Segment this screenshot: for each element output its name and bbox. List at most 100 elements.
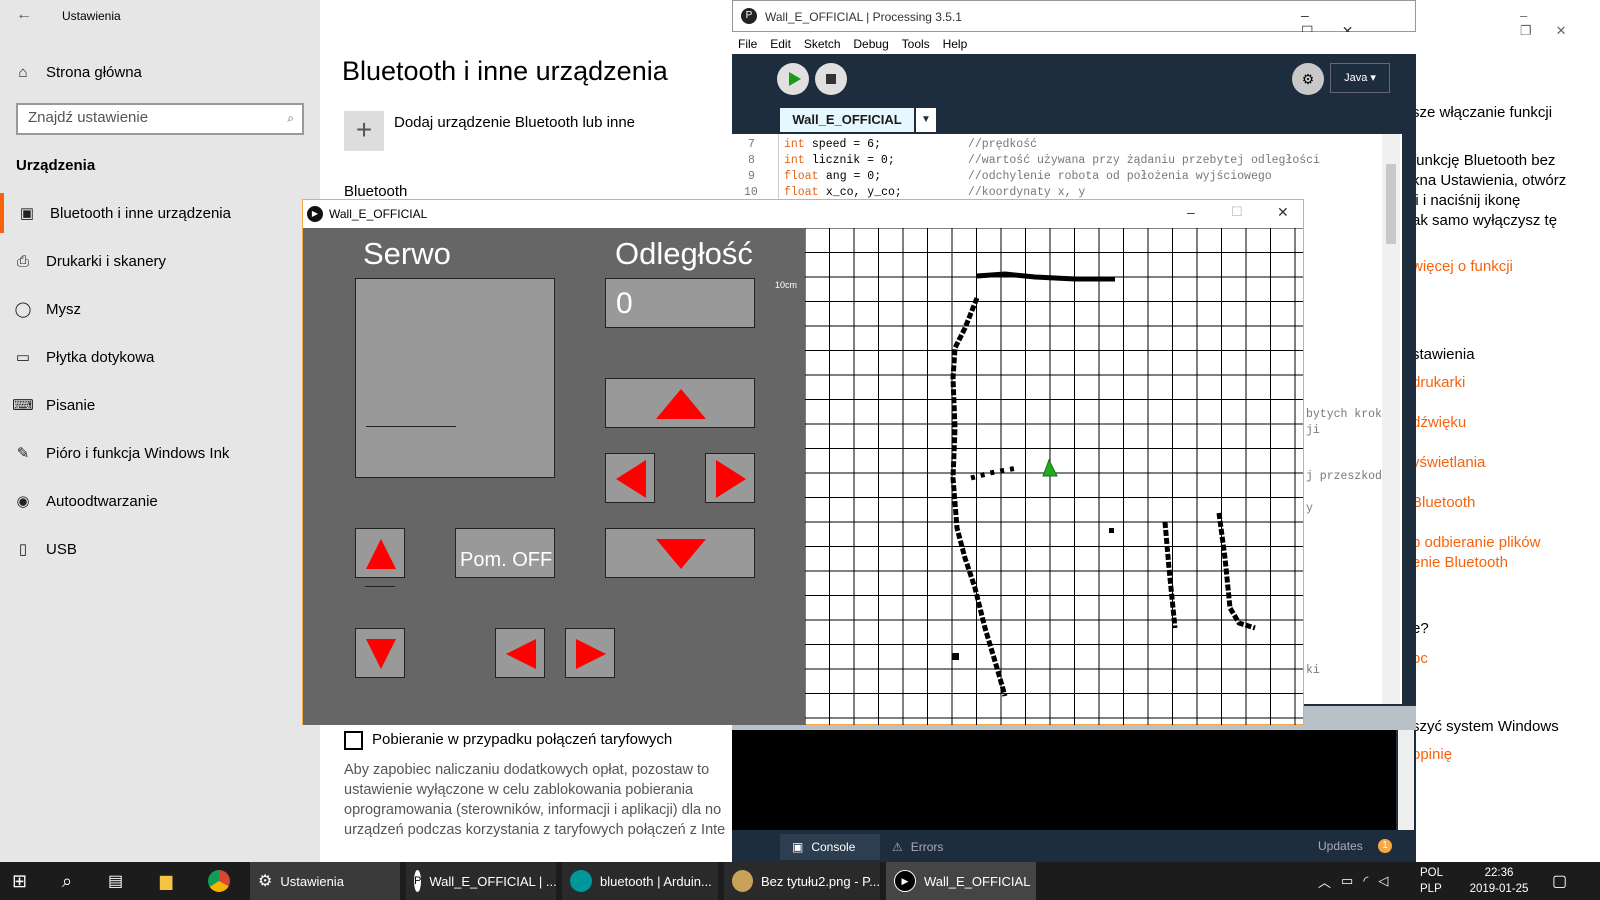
ide-title: Wall_E_OFFICIAL | Processing 3.5.1 [765, 10, 962, 24]
debugger-button[interactable]: ⚙ [1292, 63, 1324, 95]
page-title: Bluetooth i inne urządzenia [342, 56, 668, 86]
arduino-icon [570, 870, 592, 892]
nav-autoplay[interactable]: ◉ Autoodtwarzanie [0, 481, 320, 521]
clock[interactable]: 22:36 2019-01-25 [1464, 865, 1534, 897]
tab-sketch[interactable]: Wall_E_OFFICIAL [780, 108, 914, 132]
chrome-button[interactable] [208, 862, 238, 900]
related-text: ji i naciśnij ikonę [1412, 192, 1521, 209]
task-view-button[interactable]: ▤ [108, 862, 123, 900]
code-comment: //wartość używana przy żądaniu przebytej… [968, 154, 1320, 167]
search-button[interactable]: ⌕ [62, 862, 72, 900]
menu-tools[interactable]: Tools [902, 37, 930, 51]
menu-sketch[interactable]: Sketch [804, 37, 841, 51]
mouse-icon: ◯ [14, 301, 32, 318]
obstacle-point [952, 653, 959, 660]
servo-label: Serwo [363, 236, 451, 271]
arrow-right-icon [576, 639, 606, 669]
console-tab[interactable]: ▣ Console [780, 834, 880, 860]
start-button[interactable]: ⊞ [12, 862, 27, 900]
updates-label[interactable]: Updates [1318, 839, 1363, 853]
window-controls: –❐✕ [1520, 8, 1600, 39]
back-arrow-icon[interactable]: ← [16, 6, 32, 24]
battery-icon[interactable]: ▭ [1341, 873, 1363, 889]
sketch-canvas[interactable]: Serwo Odległość 0 Pom. OFF 10cm [303, 228, 1303, 725]
menu-edit[interactable]: Edit [770, 37, 791, 51]
file-explorer-button[interactable]: ▆ [160, 862, 172, 900]
servo-left-button[interactable] [495, 628, 545, 678]
taskbar-app-arduino[interactable]: bluetooth | Arduin... [562, 862, 718, 900]
turn-left-button[interactable] [605, 453, 655, 503]
stop-button[interactable] [815, 63, 847, 95]
desc-line: ustawienie wyłączone w celu zablokowania… [344, 782, 694, 798]
editor-scrollbar[interactable] [1382, 134, 1400, 704]
minimize-icon[interactable]: – [1520, 8, 1551, 23]
nav-printers[interactable]: ⎙ Drukarki i skanery [0, 241, 320, 281]
servo-display [355, 278, 555, 478]
servo-right-button[interactable] [565, 628, 615, 678]
volume-icon[interactable]: ◁ [1378, 873, 1398, 889]
search-input[interactable]: Znajdź ustawienie ⌕ [16, 103, 304, 135]
system-tray[interactable]: ︿ ▭ ◜ ◁ [1318, 862, 1398, 900]
related-link[interactable]: enie Bluetooth [1412, 554, 1508, 571]
tab-menu-button[interactable]: ▼ [916, 108, 936, 132]
add-device-label[interactable]: Dodaj urządzenie Bluetooth lub inne [394, 114, 635, 131]
close-icon[interactable]: ✕ [1277, 204, 1289, 221]
nav-pen[interactable]: ✎ Pióro i funkcja Windows Ink [0, 433, 320, 473]
nav-usb[interactable]: ▯ USB [0, 529, 320, 569]
nav-bluetooth[interactable]: ▣ Bluetooth i inne urządzenia [0, 193, 320, 233]
folder-icon: ▆ [160, 873, 173, 890]
close-icon[interactable]: ✕ [1556, 23, 1591, 38]
arrow-down-icon [366, 639, 396, 669]
related-link[interactable]: opinię [1412, 746, 1452, 763]
paint-icon [732, 870, 753, 892]
related-link[interactable]: yświetlania [1412, 454, 1485, 471]
run-button[interactable] [777, 63, 809, 95]
taskbar-app-sketch[interactable]: ▶ Wall_E_OFFICIAL [886, 862, 1036, 900]
servo-up-button[interactable] [355, 528, 405, 578]
turn-right-button[interactable] [705, 453, 755, 503]
related-link[interactable]: drukarki [1412, 374, 1465, 391]
errors-tab[interactable]: ⚠ Errors [892, 834, 982, 860]
notification-icon: ▢ [1552, 873, 1568, 890]
related-text: stawienia [1412, 346, 1475, 363]
taskbar-app-processing[interactable]: P Wall_E_OFFICIAL | ... [406, 862, 557, 900]
sketch-title: Wall_E_OFFICIAL [329, 207, 428, 221]
bluetooth-devices-icon: ▣ [19, 205, 35, 222]
language-code: POL [1420, 867, 1444, 879]
related-link[interactable]: dźwięku [1412, 414, 1466, 431]
backward-button[interactable] [605, 528, 755, 578]
taskbar-app-settings[interactable]: ⚙ Ustawienia [250, 862, 400, 900]
mode-select[interactable]: Java ▾ [1330, 63, 1390, 93]
scrollbar-thumb[interactable] [1386, 164, 1396, 244]
related-link[interactable]: b odbieranie plików [1412, 534, 1540, 551]
code-text: ang = 0; [819, 170, 882, 183]
chevron-up-icon[interactable]: ︿ [1318, 872, 1341, 891]
forward-button[interactable] [605, 378, 755, 428]
maximize-icon[interactable]: ☐ [1231, 204, 1243, 220]
related-link[interactable]: więcej o funkcji [1412, 258, 1513, 275]
related-link[interactable]: Bluetooth [1412, 494, 1475, 511]
servo-down-button[interactable] [355, 628, 405, 678]
add-device-button[interactable]: + [344, 111, 384, 151]
nav-touchpad[interactable]: ▭ Płytka dotykowa [0, 337, 320, 377]
bluetooth-label: Bluetooth [344, 183, 408, 200]
taskbar-app-paint[interactable]: Bez tytułu2.png - P... [724, 862, 880, 900]
ide-menubar: File Edit Sketch Debug Tools Help [732, 32, 1416, 54]
restore-icon[interactable]: ❐ [1520, 23, 1556, 38]
errors-tab-label: Errors [910, 840, 944, 854]
menu-help[interactable]: Help [943, 37, 968, 51]
metered-checkbox[interactable] [344, 731, 363, 750]
console-scrollbar[interactable] [1398, 730, 1414, 830]
minimize-icon[interactable]: – [1187, 204, 1195, 220]
language-indicator[interactable]: POL PLP [1420, 865, 1443, 897]
nav-mouse[interactable]: ◯ Mysz [0, 289, 320, 329]
menu-file[interactable]: File [738, 37, 757, 51]
notifications-button[interactable]: ▢ [1552, 862, 1567, 900]
nav-home[interactable]: ⌂ Strona główna [0, 52, 320, 92]
nav-label: Pióro i funkcja Windows Ink [46, 444, 230, 462]
minimize-icon[interactable]: – [1301, 7, 1337, 23]
wifi-icon[interactable]: ◜ [1363, 873, 1378, 889]
nav-typing[interactable]: ⌨ Pisanie [0, 385, 320, 425]
menu-debug[interactable]: Debug [853, 37, 888, 51]
measure-toggle-button[interactable]: Pom. OFF [455, 528, 555, 578]
